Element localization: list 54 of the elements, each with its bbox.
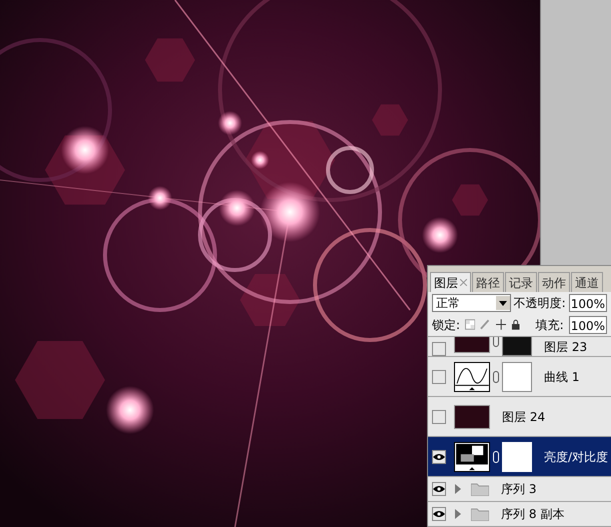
- folder-icon: [471, 507, 489, 521]
- tab-label: 通道: [575, 274, 599, 292]
- folder-icon: [471, 482, 489, 496]
- tab-label: 记录: [509, 274, 533, 292]
- tab-label: 路径: [476, 274, 500, 292]
- visibility-toggle[interactable]: [432, 450, 446, 464]
- blend-mode-dropdown[interactable]: 正常: [432, 294, 511, 312]
- lock-icon[interactable]: [511, 319, 521, 330]
- fill-field[interactable]: 100%: [568, 316, 608, 334]
- close-icon[interactable]: [460, 279, 467, 286]
- visibility-toggle[interactable]: [432, 370, 446, 384]
- move-icon[interactable]: [496, 319, 506, 330]
- layer-name: 亮度/对比度: [544, 448, 608, 466]
- expand-triangle-icon[interactable]: [454, 509, 462, 519]
- panel-tab[interactable]: 通道: [571, 272, 603, 292]
- layer-row[interactable]: 曲线 1: [428, 357, 611, 397]
- layer-name: 序列 3: [501, 481, 536, 498]
- opacity-field[interactable]: 100%: [568, 294, 607, 312]
- lock-label: 锁定:: [432, 316, 460, 334]
- eye-icon: [433, 510, 445, 518]
- eye-icon: [433, 485, 445, 493]
- curves-adjustment-icon: [454, 362, 490, 392]
- panel-tab[interactable]: 图层: [430, 272, 471, 292]
- panel-tab[interactable]: 路径: [472, 272, 504, 292]
- panel-tab[interactable]: 动作: [538, 272, 570, 292]
- layer-thumbnail: [454, 404, 490, 428]
- visibility-toggle[interactable]: [432, 482, 446, 496]
- layer-row[interactable]: 图层 24: [428, 397, 611, 437]
- layer-name: 图层 24: [502, 408, 546, 426]
- lock-transparency-icon[interactable]: [465, 319, 476, 330]
- layer-mask-thumbnail: [502, 362, 532, 392]
- opacity-label: 不透明度:: [514, 294, 566, 312]
- layer-name: 图层 23: [544, 339, 588, 356]
- chain-link-icon: [493, 337, 499, 347]
- layer-name: 曲线 1: [544, 368, 580, 386]
- layer-row[interactable]: 序列 3: [428, 477, 611, 502]
- visibility-toggle[interactable]: [432, 342, 446, 356]
- visibility-toggle[interactable]: [432, 410, 446, 424]
- layer-mask-thumbnail: [502, 442, 532, 472]
- panel-tab[interactable]: 记录: [505, 272, 537, 292]
- brightness-adjustment-icon: [454, 442, 490, 472]
- tab-label: 图层: [434, 274, 458, 292]
- expand-triangle-icon[interactable]: [454, 484, 462, 494]
- brush-icon[interactable]: [480, 319, 491, 330]
- chain-link-icon: [493, 370, 499, 382]
- layer-row[interactable]: 亮度/对比度: [428, 437, 611, 477]
- visibility-toggle[interactable]: [432, 507, 446, 521]
- tab-label: 动作: [542, 274, 566, 292]
- layer-name: 序列 8 副本: [501, 506, 564, 523]
- eye-icon: [433, 452, 445, 460]
- layer-row[interactable]: 序列 8 副本: [428, 502, 611, 527]
- fill-label: 填充:: [536, 316, 564, 334]
- layer-row[interactable]: 图层 23: [428, 337, 611, 357]
- chain-link-icon: [493, 450, 499, 462]
